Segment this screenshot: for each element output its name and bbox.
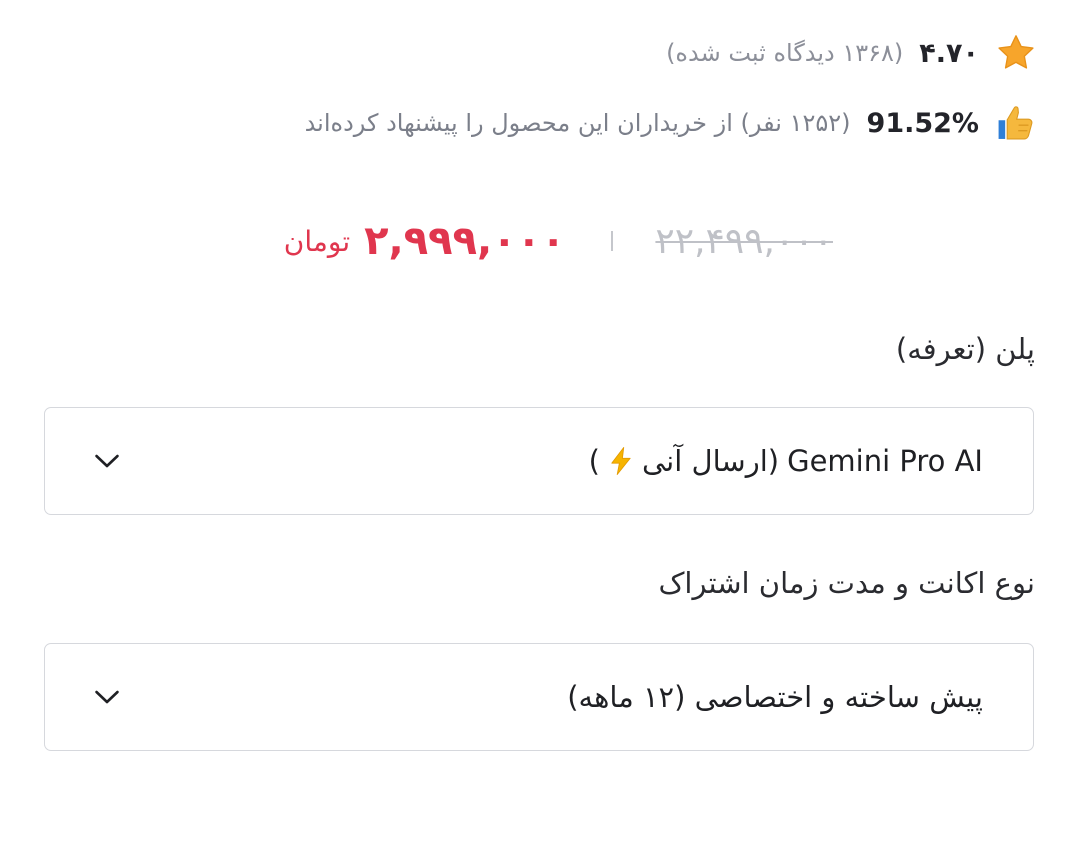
old-price: ۲۲,۴۹۹,۰۰۰ (655, 220, 833, 262)
recommendation-row: 91.52% (۱۲۵۲ نفر) از خریداران این محصول … (305, 98, 1039, 148)
account-selected-value: پیش ساخته و اختصاصی (۱۲ ماهه) (567, 680, 983, 714)
plan-select[interactable]: Gemini Pro AI (ارسال آنی ) (44, 407, 1034, 515)
lightning-icon (608, 445, 634, 477)
rating-value: ۴.۷۰ (919, 37, 979, 69)
recommend-text: (۱۲۵۲ نفر) از خریداران این محصول را پیشن… (304, 109, 851, 137)
new-price: ۲,۹۹۹,۰۰۰ (364, 218, 566, 264)
plan-label: پلن (تعرفه) (895, 332, 1035, 366)
star-icon (993, 30, 1039, 76)
account-type-select[interactable]: پیش ساخته و اختصاصی (۱۲ ماهه) (44, 643, 1034, 751)
plan-selected-value: Gemini Pro AI (ارسال آنی ) (589, 408, 983, 514)
price-divider (611, 231, 614, 251)
account-type-label: نوع اکانت و مدت زمان اشتراک (658, 566, 1035, 600)
plan-value-name: Gemini Pro AI (787, 444, 983, 478)
price-row: ۲۲,۴۹۹,۰۰۰ ۲,۹۹۹,۰۰۰ تومان (284, 208, 833, 274)
chevron-down-icon[interactable] (93, 685, 121, 709)
currency-label: تومان (283, 224, 351, 258)
plan-value-open: (ارسال آنی (641, 444, 780, 478)
chevron-down-icon[interactable] (93, 449, 121, 473)
rating-row: ۴.۷۰ (۱۳۶۸ دیدگاه ثبت شده) (666, 30, 1039, 76)
review-count[interactable]: (۱۳۶۸ دیدگاه ثبت شده) (666, 39, 903, 67)
plan-value-close: ) (588, 444, 600, 478)
recommend-percent: 91.52% (866, 107, 979, 139)
thumbs-up-icon (993, 100, 1039, 146)
